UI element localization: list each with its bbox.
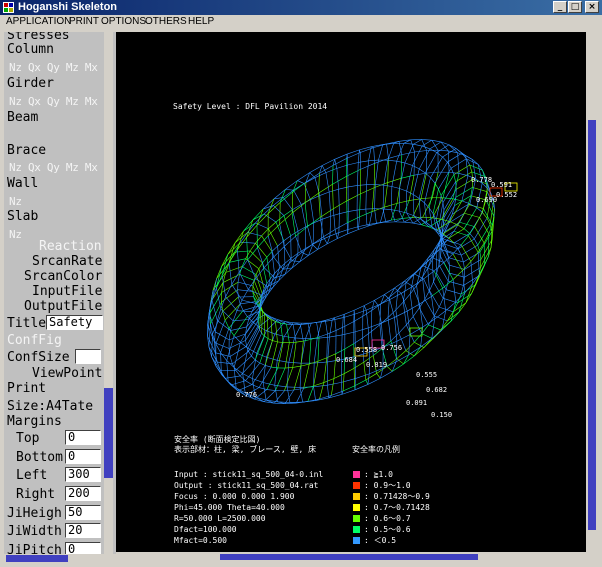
- title-input[interactable]: Safety: [46, 315, 103, 330]
- conf-size-input[interactable]: [75, 349, 101, 364]
- scroll-thumb[interactable]: [6, 555, 68, 562]
- model-viewport[interactable]: 0.778 0.690 0.591 0.552 0.684 0.558 0.819 0.756…: [116, 32, 586, 552]
- legend-label: : 0.5～0.6: [364, 525, 411, 534]
- info-input: Input : stick11_sq_500_04-0.inl: [174, 470, 324, 479]
- legend-label: : ≧1.0: [364, 470, 393, 479]
- girder-stress-items[interactable]: Nz Qx Qy Mz Mx: [9, 94, 98, 109]
- member-ratio-label: 0.776: [236, 391, 257, 399]
- girder-label[interactable]: Girder: [7, 76, 54, 91]
- member-ratio-label: 0.756: [381, 344, 402, 352]
- member-ratio-label: 0.091: [406, 399, 427, 407]
- margin-bottom-label: Bottom: [16, 450, 63, 465]
- close-button[interactable]: ×: [585, 1, 599, 13]
- member-ratio-label: 0.558: [356, 346, 377, 354]
- info-members: 表示部材：柱, 梁, ブレース, 壁, 床: [174, 445, 317, 454]
- wall-stress-items[interactable]: Nz: [9, 194, 22, 209]
- conf-fig-button[interactable]: ConfFig: [7, 333, 62, 348]
- info-mfact: Mfact=0.500: [174, 536, 227, 545]
- info-output: Output : stick11_sq_500_04.rat: [174, 481, 319, 490]
- paper-size-label[interactable]: Size:A4Tate: [7, 399, 93, 414]
- title-bar: Hoganshi Skeleton _ □ ×: [0, 0, 602, 15]
- output-file-button[interactable]: OutputFile: [24, 299, 102, 314]
- app-icon: [3, 2, 14, 13]
- legend-label: : 0.7～0.71428: [364, 503, 430, 512]
- margin-bottom-input[interactable]: 0: [65, 449, 101, 464]
- view-point-button[interactable]: ViewPoint: [32, 366, 102, 381]
- ji-height-input[interactable]: 50: [65, 505, 101, 520]
- minimize-button[interactable]: _: [553, 1, 567, 13]
- ji-pitch-input[interactable]: 0: [65, 542, 101, 554]
- margin-top-input[interactable]: 0: [65, 430, 101, 445]
- info-dfact: Dfact=100.000: [174, 525, 237, 534]
- canvas-heading: Safety Level : DFL Pavilion 2014: [173, 102, 328, 111]
- wall-label[interactable]: Wall: [7, 176, 38, 191]
- info-phi-theta: Phi=45.000 Theta=40.000: [174, 503, 285, 512]
- margin-right-input[interactable]: 200: [65, 486, 101, 501]
- menu-options[interactable]: OPTIONS: [101, 16, 146, 27]
- reaction-button[interactable]: Reaction: [39, 239, 102, 254]
- member-ratio-label: 0.591: [491, 181, 512, 189]
- scroll-thumb[interactable]: [220, 554, 478, 560]
- brace-label[interactable]: Brace: [7, 143, 46, 158]
- column-stress-items[interactable]: Nz Qx Qy Mz Mx: [9, 60, 98, 75]
- member-ratio-label: 0.150: [431, 411, 452, 419]
- slab-stress-items[interactable]: Nz: [9, 227, 22, 242]
- info-r-l: R=50.000 L=2500.000: [174, 514, 266, 523]
- srcan-rate-button[interactable]: SrcanRate: [32, 254, 102, 269]
- window-title: Hoganshi Skeleton: [18, 1, 118, 13]
- legend-swatch: [353, 471, 360, 478]
- info-title: 安全率 (断面検定比図): [174, 435, 261, 444]
- legend-swatch: [353, 537, 360, 544]
- legend-label: : 0.6～0.7: [364, 514, 411, 523]
- brace-stress-items[interactable]: Nz Qx Qy Mz Mx: [9, 160, 98, 175]
- member-ratio-label: 0.555: [416, 371, 437, 379]
- input-file-button[interactable]: InputFile: [32, 284, 102, 299]
- slab-label[interactable]: Slab: [7, 209, 38, 224]
- member-ratio-label: 0.682: [426, 386, 447, 394]
- margin-right-label: Right: [16, 487, 56, 502]
- member-ratio-label: 0.552: [496, 191, 517, 199]
- viewport-hscrollbar[interactable]: [116, 552, 586, 562]
- column-label[interactable]: Column: [7, 42, 54, 57]
- legend-title: 安全率の凡例: [352, 445, 400, 454]
- legend-label: : ＜0.5: [364, 536, 397, 545]
- menu-application[interactable]: APPLICATION: [6, 16, 71, 27]
- margins-label: Margins: [7, 414, 62, 429]
- menu-bar: APPLICATION PRINT OPTIONS OTHERS HELP: [0, 15, 602, 30]
- conf-size-label: ConfSize: [7, 350, 70, 365]
- ji-width-label: JiWidth: [7, 524, 62, 539]
- menu-help[interactable]: HELP: [188, 16, 214, 27]
- scroll-thumb[interactable]: [104, 388, 113, 478]
- control-panel-vscrollbar[interactable]: [104, 32, 113, 554]
- margin-left-input[interactable]: 300: [65, 467, 101, 482]
- ji-width-input[interactable]: 20: [65, 523, 101, 538]
- maximize-button[interactable]: □: [568, 1, 582, 13]
- member-ratio-label: 0.778: [471, 176, 492, 184]
- beam-label[interactable]: Beam: [7, 110, 38, 125]
- title-label: Title: [7, 316, 47, 331]
- margin-top-label: Top: [16, 431, 40, 446]
- menu-others[interactable]: OTHERS: [145, 16, 187, 27]
- info-focus: Focus : 0.000 0.000 1.900: [174, 492, 295, 501]
- srcan-color-button[interactable]: SrcanColor: [24, 269, 102, 284]
- legend-swatch: [353, 504, 360, 511]
- legend-swatch: [353, 526, 360, 533]
- legend-label: : 0.9～1.0: [364, 481, 411, 490]
- control-panel: Stresses Column Nz Qx Qy Mz Mx Girder Nz…: [4, 32, 116, 554]
- legend-label: : 0.71428～0.9: [364, 492, 430, 501]
- legend-swatch: [353, 482, 360, 489]
- scroll-thumb[interactable]: [588, 120, 596, 530]
- control-panel-hscrollbar[interactable]: [4, 554, 116, 563]
- member-ratio-label: 0.684: [336, 356, 357, 364]
- menu-print[interactable]: PRINT: [69, 16, 99, 27]
- legend-swatch: [353, 515, 360, 522]
- ji-height-label: JiHeigh: [7, 506, 62, 521]
- legend-swatch: [353, 493, 360, 500]
- ji-pitch-label: JiPitch: [7, 543, 62, 554]
- print-label[interactable]: Print: [7, 381, 46, 396]
- margin-left-label: Left: [16, 468, 48, 483]
- viewport-vscrollbar[interactable]: [586, 32, 598, 552]
- member-ratio-label: 0.819: [366, 361, 387, 369]
- member-ratio-label: 0.690: [476, 196, 497, 204]
